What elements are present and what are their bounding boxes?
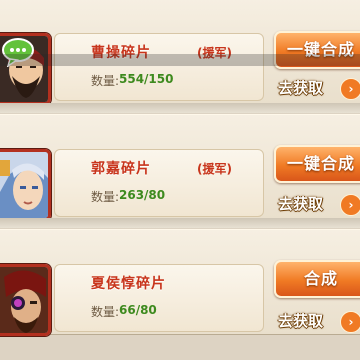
go-obtain-button[interactable]: 去获取 <box>278 310 348 332</box>
fragment-info-caocao: 曹操碎片 (援军) 数量: 554/150 <box>54 33 264 101</box>
fragment-info-guojia: 郭嘉碎片 (援军) 数量: 263/80 <box>54 149 264 217</box>
fragment-card-caocao: 曹操碎片 (援军) 数量: 554/150 一键合成 去获取 › <box>0 0 360 105</box>
chevron-right-icon[interactable]: › <box>340 194 360 216</box>
fragment-name: 夏侯惇碎片 <box>91 276 166 292</box>
quantity-label: 数量: <box>91 190 120 204</box>
quantity-label: 数量: <box>91 305 120 319</box>
fragment-info-xiahoudun: 夏侯惇碎片 数量: 66/80 <box>54 264 264 332</box>
motion-blur-band <box>0 54 360 66</box>
fragment-list: 曹操碎片 (援军) 数量: 554/150 一键合成 去获取 › 郭嘉碎片 (援… <box>0 0 360 360</box>
fragment-name: 郭嘉碎片 <box>91 161 151 177</box>
quantity-value: 554/150 <box>119 72 174 86</box>
chevron-right-icon[interactable]: › <box>340 78 360 100</box>
fragment-card-guojia: 郭嘉碎片 (援军) 数量: 263/80 一键合成 去获取 › <box>0 114 360 221</box>
divider <box>0 218 360 228</box>
fragment-tag: (援军) <box>197 162 232 176</box>
divider <box>0 103 360 113</box>
quantity-value: 263/80 <box>119 188 166 202</box>
portrait-guojia[interactable] <box>0 149 51 221</box>
quantity-value: 66/80 <box>119 303 157 317</box>
go-obtain-button[interactable]: 去获取 <box>278 77 348 99</box>
go-obtain-button[interactable]: 去获取 <box>278 193 348 215</box>
merge-button[interactable]: 合成 <box>274 260 360 298</box>
merge-all-button[interactable]: 一键合成 <box>274 145 360 183</box>
chevron-right-icon[interactable]: › <box>340 311 360 333</box>
quantity-label: 数量: <box>91 74 120 88</box>
fragment-card-xiahoudun: 夏侯惇碎片 数量: 66/80 合成 去获取 › <box>0 229 360 336</box>
portrait-xiahoudun[interactable] <box>0 264 51 336</box>
